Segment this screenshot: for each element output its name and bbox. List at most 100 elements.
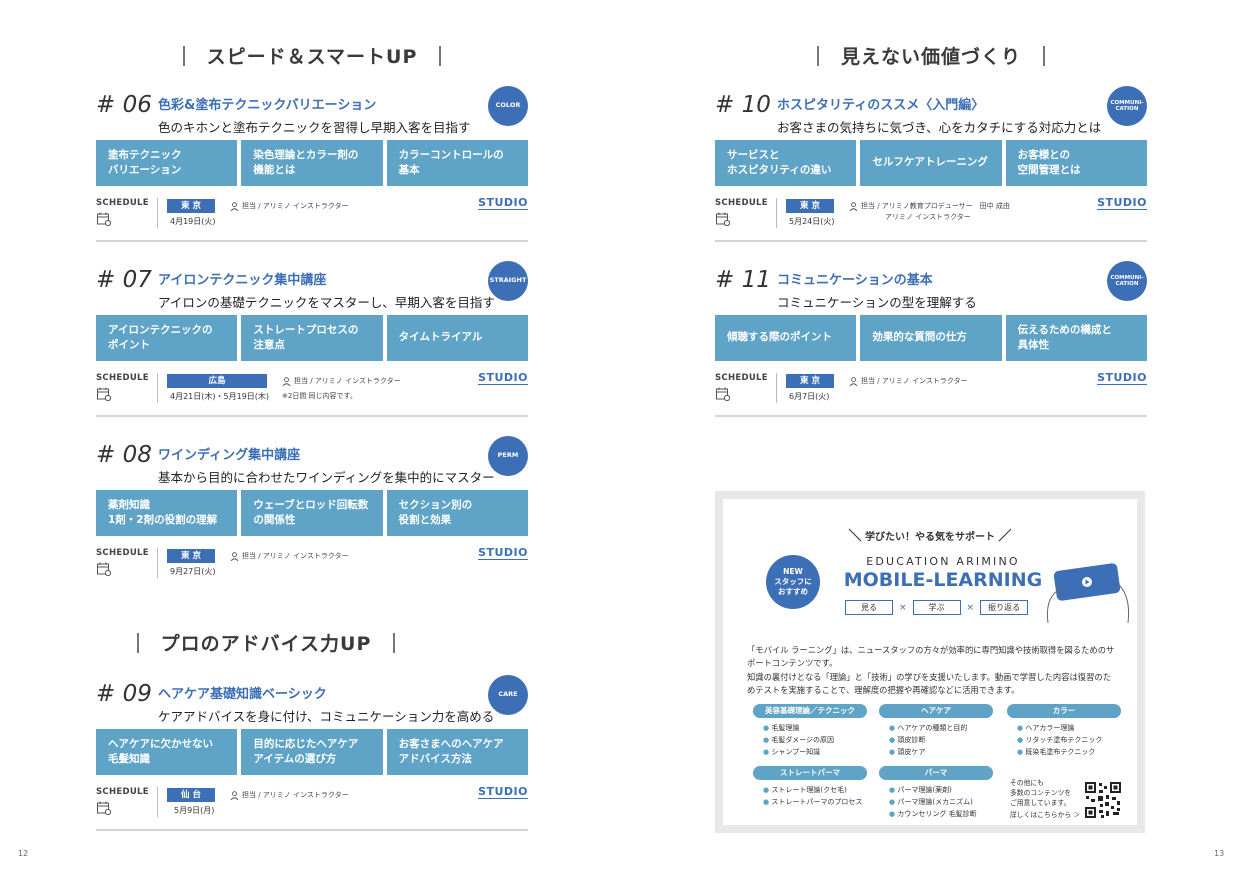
course-number: # 08 (96, 442, 152, 468)
category-item: ● 毛髪理論 (763, 723, 867, 733)
category-item-text: 頭皮ケア (897, 748, 926, 756)
topic-box: セルフケアトレーニング (860, 140, 1002, 186)
topic-box: お客さまへのヘアケア アドバイス方法 (386, 729, 528, 775)
schedule-divider (157, 198, 158, 228)
course-title[interactable]: ヘアケア基礎知識ベーシック (158, 683, 327, 702)
schedule-divider (157, 373, 158, 403)
brand-label: EDUCATION ARIMINO (866, 555, 1020, 568)
category-item-text: ストレートパーマのプロセス (771, 798, 863, 806)
instructor: 担当 / アリミノ教育プロデューサー 田中 成由 (849, 201, 1010, 211)
topic-box: 伝えるための構成と 具体性 (1005, 315, 1147, 361)
category-item: ● 既染毛塗布テクニック (1017, 747, 1121, 757)
location-badge: 東 京 (167, 549, 215, 563)
bullet-icon: ● (889, 748, 896, 756)
course-title[interactable]: アイロンテクニック集中講座 (158, 269, 326, 288)
schedule-label: SCHEDULE (715, 373, 768, 383)
category-badge: CARE (488, 675, 528, 715)
schedule-label: SCHEDULE (715, 198, 768, 208)
title-bar-left (182, 45, 185, 66)
category-item-text: 既染毛塗布テクニック (1025, 748, 1096, 756)
instructor-text: 担当 / アリミノ教育プロデューサー 田中 成由 (861, 202, 1010, 210)
course-08: # 08 ワインディング集中講座 基本から目的に合わせたワインディングを集中的に… (96, 436, 528, 602)
category-item: ● ストレートパーマのプロセス (763, 797, 867, 807)
instructor-text: 担当 / アリミノ インストラクター (294, 377, 401, 385)
topic-box: 染色理論とカラー剤の 機能とは (241, 140, 383, 186)
course-number: # 06 (96, 92, 152, 118)
category-straight-perm: ストレートパーマ ● ストレート理論(クセ毛) ● ストレートパーマのプロセス (753, 766, 867, 807)
category-item-text: ヘアケアの種類と目的 (897, 724, 968, 732)
topic-boxes: ヘアケアに欠かせない 毛髪知識 目的に応じたヘアケア アイテムの選び方 お客さま… (96, 729, 528, 775)
page-number-left: 12 (18, 849, 29, 858)
category-item: ● 頭皮診断 (889, 735, 993, 745)
new-badge: NEW スタッフに おすすめ (766, 555, 820, 609)
location-badge: 東 京 (167, 199, 215, 213)
course-09: # 09 ヘアケア基礎知識ベーシック ケアアドバイスを身に付け、コミュニケーショ… (96, 675, 528, 841)
bullet-icon: ● (1017, 748, 1024, 756)
course-11: # 11 コミュニケーションの基本 コミュニケーションの型を理解する COMMU… (715, 261, 1147, 427)
topic-boxes: サービスと ホスピタリティの違い セルフケアトレーニング お客様との 空間管理と… (715, 140, 1147, 186)
section-title-text: スピード＆スマートUP (206, 46, 418, 68)
topic-box: 目的に応じたヘアケア アイテムの選び方 (241, 729, 383, 775)
category-item-text: パーマ理論(メカニズム) (897, 798, 973, 806)
course-subtitle: 基本から目的に合わせたワインディングを集中的にマスター (158, 470, 495, 485)
more-contents-text: その他にも 多数のコンテンツを ご用意しています。 (1010, 779, 1072, 807)
category-item: ● パーマ理論(薬剤) (889, 785, 993, 795)
course-date: 4月21日(木)・5月19日(木) (170, 392, 270, 401)
category-item: ● 毛髪ダメージの原因 (763, 735, 867, 745)
schedule-divider (157, 787, 158, 817)
instructor-text: 担当 / アリミノ インストラクター (242, 791, 349, 799)
times-icon: × (899, 602, 907, 613)
instructor: 担当 / アリミノ インストラクター (282, 376, 401, 386)
phone-hands-illustration (1046, 563, 1130, 624)
topic-box: ストレートプロセスの 注意点 (241, 315, 383, 361)
course-date: 5月24日(火) (789, 217, 835, 226)
instructor-text: 担当 / アリミノ インストラクター (242, 202, 349, 210)
location-badge: 広島 (167, 374, 267, 388)
category-badge: STRAIGHT (488, 261, 528, 301)
course-divider (715, 240, 1147, 242)
more-link[interactable]: 詳しくはこちらから ＞ (1010, 809, 1080, 819)
times-icon: × (966, 602, 975, 613)
course-title[interactable]: コミュニケーションの基本 (777, 269, 933, 288)
person-icon (282, 376, 291, 386)
tagline-text: 学びたい！やる気をサポート (865, 532, 995, 543)
calendar-icon (716, 212, 730, 226)
course-title[interactable]: 色彩&塗布テクニックバリエーション (158, 94, 376, 113)
action-watch: 見る (845, 600, 893, 615)
bullet-icon: ● (889, 810, 896, 818)
mobile-learning-card: ＼ 学びたい！やる気をサポート ／ NEW スタッフに おすすめ EDUCATI… (723, 499, 1137, 825)
course-divider (96, 240, 528, 242)
course-number: # 09 (96, 681, 152, 707)
course-date: 9月27日(火) (170, 567, 216, 576)
course-subtitle: ケアアドバイスを身に付け、コミュニケーション力を高める (158, 709, 495, 724)
course-date: 6月7日(火) (789, 392, 830, 401)
instructor-text: 担当 / アリミノ インストラクター (242, 552, 349, 560)
location-badge: 東 京 (786, 199, 834, 213)
category-badge: COMMUNI- CATION (1107, 86, 1147, 126)
category-item-text: ストレート理論(クセ毛) (771, 786, 847, 794)
action-learn: 学ぶ (912, 600, 961, 615)
instructor: 担当 / アリミノ インストラクター (849, 376, 968, 386)
category-badge: COLOR (488, 86, 528, 126)
schedule-label: SCHEDULE (96, 548, 149, 558)
mobile-learning-panel: ＼ 学びたい！やる気をサポート ／ NEW スタッフに おすすめ EDUCATI… (715, 491, 1145, 833)
tagline-slash-left: ＼ (848, 529, 862, 544)
bullet-icon: ● (763, 736, 770, 744)
person-icon (230, 551, 239, 561)
topic-box: お客様との 空間管理とは (1005, 140, 1147, 186)
topic-boxes: 薬剤知識 1剤・2剤の役割の理解 ウェーブとロッド回転数 の関係性 セクション別… (96, 490, 528, 536)
studio-label: STUDIO (1097, 196, 1147, 210)
bullet-icon: ● (889, 724, 896, 732)
mobile-description: 「モバイル ラーニング」は、ニュースタッフの方々が効率的に専門知識や技術取得を図… (747, 645, 1115, 696)
course-title[interactable]: ホスピタリティのススメ〈入門編〉 (777, 94, 984, 113)
topic-box: カラーコントロールの 基本 (386, 140, 528, 186)
calendar-icon (97, 212, 111, 226)
location-badge: 仙 台 (167, 788, 215, 802)
qr-code-icon[interactable] (1084, 781, 1122, 819)
title-bar-right (393, 632, 396, 653)
category-basic: 美容基礎理論／テクニック ● 毛髪理論 ● 毛髪ダメージの原因 ● シャンプー知… (753, 704, 867, 757)
course-note: ※2日間 同じ内容です。 (282, 392, 357, 400)
title-bar-right (439, 45, 442, 66)
topic-boxes: 傾聴する際のポイント 効果的な質問の仕方 伝えるための構成と 具体性 (715, 315, 1147, 361)
course-title[interactable]: ワインディング集中講座 (158, 444, 300, 463)
